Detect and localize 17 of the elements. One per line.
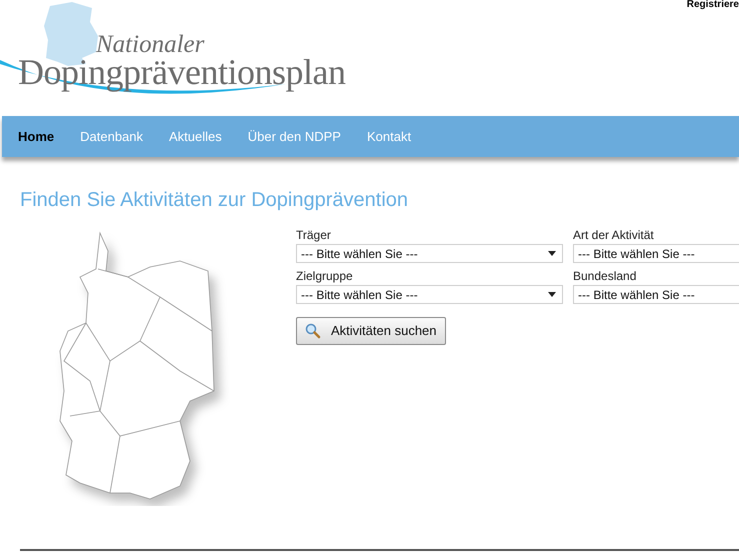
dropdown[interactable]: --- Bitte wählen Sie --- [296,285,563,304]
caret-icon [548,292,556,297]
caret-icon [548,251,556,256]
logo-title: Dopingpräventionsplan [18,54,346,90]
filter-label: Zielgruppe [296,268,354,284]
search-icon [305,323,321,339]
filter-label: Art der Aktivität [573,227,655,243]
filter-label: Träger [296,227,332,243]
nav-link[interactable]: Home [18,126,54,146]
dropdown[interactable]: --- Bitte wählen Sie --- [573,285,739,304]
register-link[interactable]: Registriere [686,0,739,10]
search-button[interactable]: Aktivitäten suchen [296,317,446,345]
dropdown[interactable]: --- Bitte wählen Sie --- [573,244,739,263]
filter-label: Bundesland [573,268,638,284]
page-heading: Finden Sie Aktivitäten zur Dopingprävention [20,188,410,213]
logo-subtitle: Nationaler [96,32,206,57]
dropdown[interactable]: --- Bitte wählen Sie --- [296,244,563,263]
